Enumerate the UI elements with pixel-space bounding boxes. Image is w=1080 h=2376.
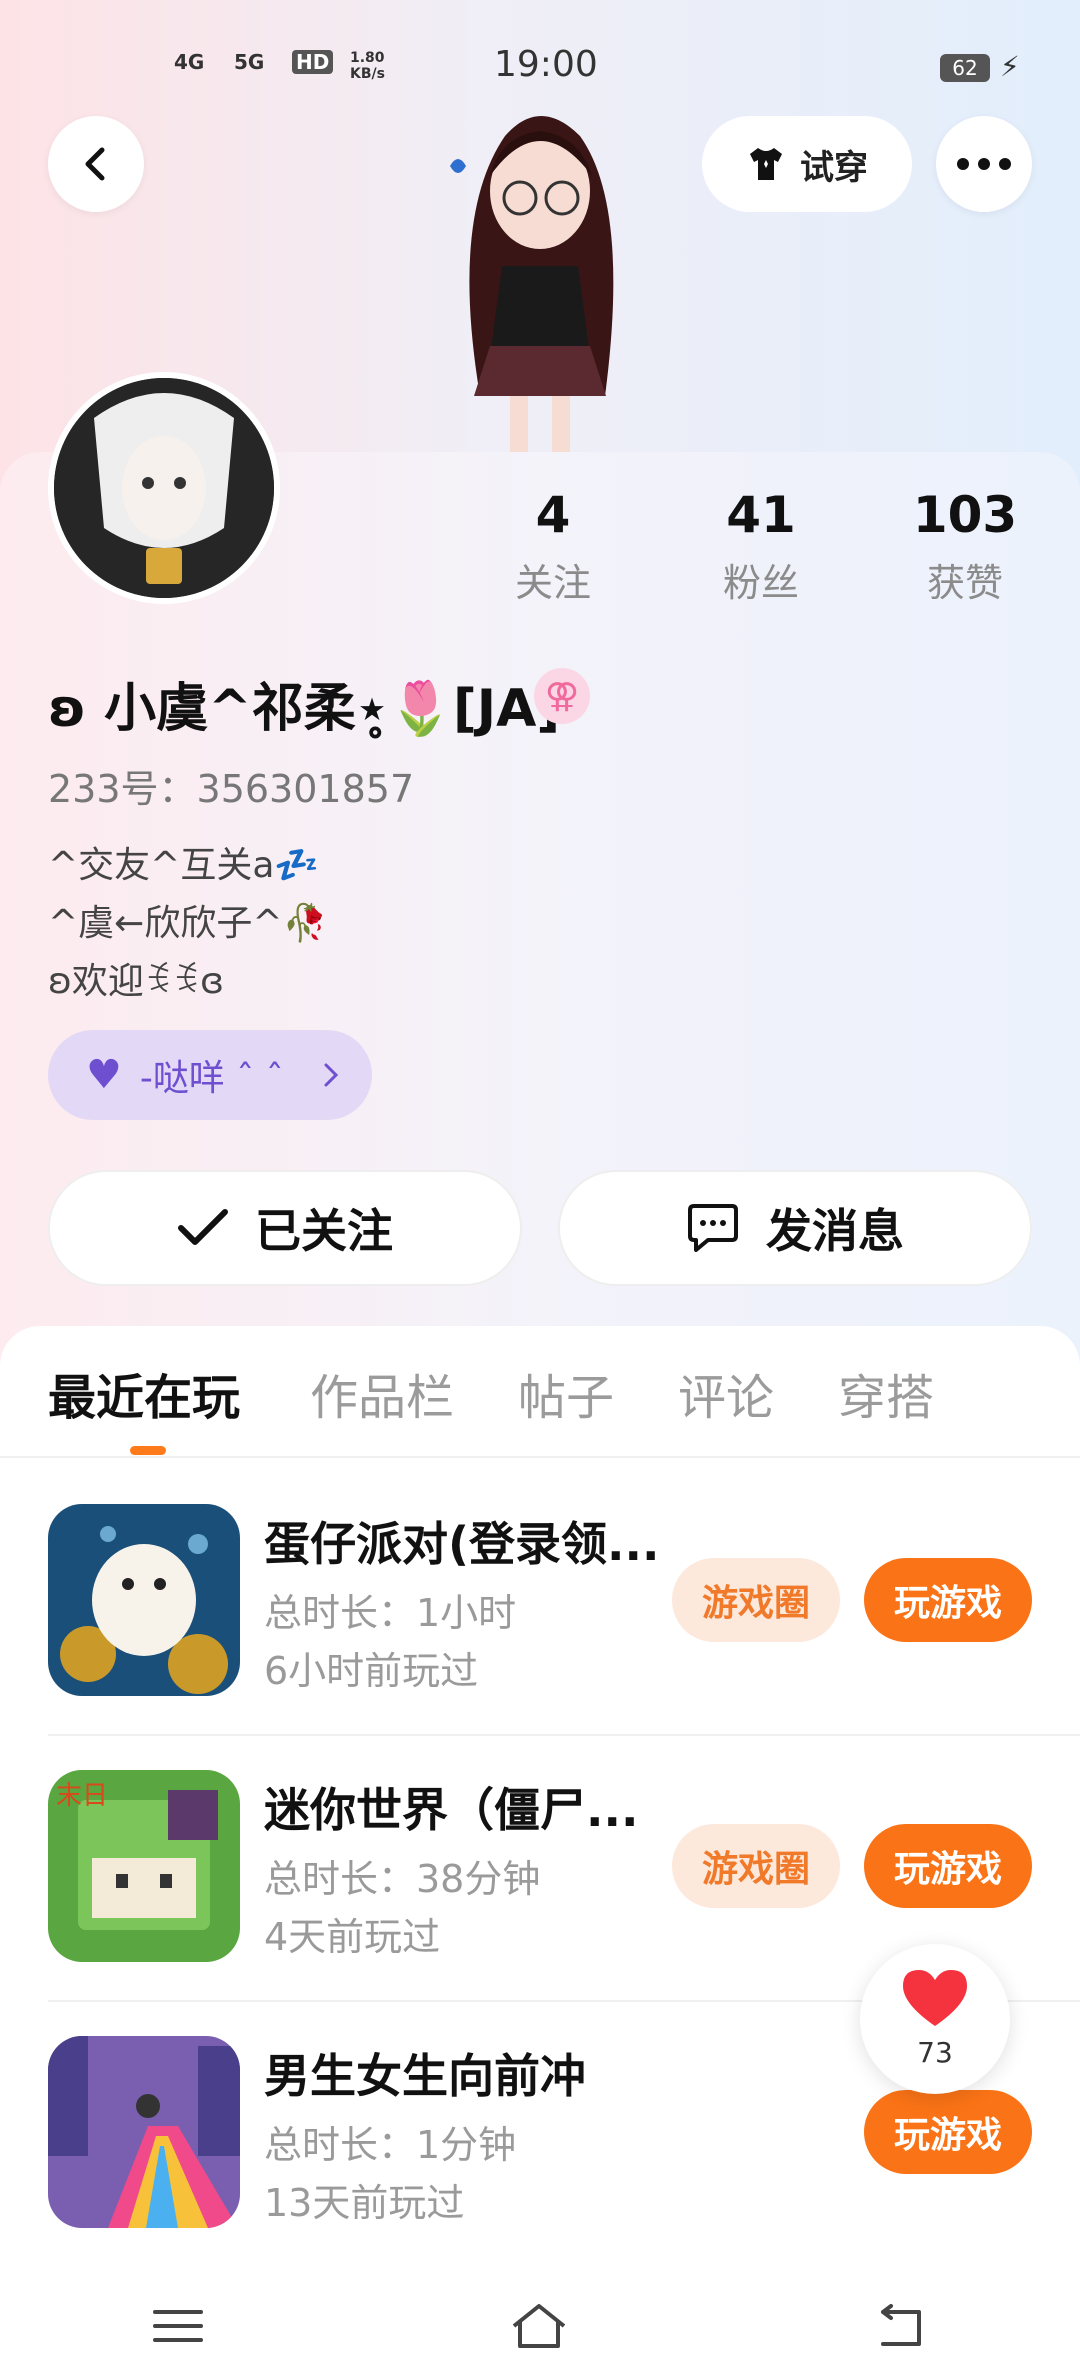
status-bar: 4G 5G HD 1.80 KB/s 19:00 62 ⚡ [0, 44, 1080, 94]
like-count: 73 [917, 2036, 953, 2069]
more-dots-icon [957, 158, 1011, 170]
play-game-button[interactable]: 玩游戏 [864, 1824, 1032, 1908]
game-row[interactable]: 末日 迷你世界（僵尸... 总时长：38分钟 4天前玩过 游戏圈 玩游戏 [48, 1770, 1080, 1966]
game-last-played: 6小时前玩过 [264, 1649, 479, 1693]
game-row[interactable]: 蛋仔派对(登录领... 总时长：1小时 6小时前玩过 游戏圈 玩游戏 [48, 1504, 1080, 1700]
stat-following[interactable]: 4 关注 [478, 486, 628, 607]
chevron-left-icon [85, 147, 105, 181]
tab-works[interactable]: 作品栏 [310, 1358, 454, 1428]
following-label: 关注 [514, 561, 591, 605]
message-label: 发消息 [766, 1204, 904, 1258]
character-illustration [450, 116, 614, 452]
avatar[interactable] [48, 372, 280, 604]
divider [0, 1456, 1080, 1458]
stat-fans[interactable]: 41 粉丝 [686, 486, 836, 607]
message-button[interactable]: 发消息 [558, 1170, 1032, 1286]
charging-icon: ⚡ [1000, 50, 1020, 83]
game-circle-button[interactable]: 游戏圈 [672, 1558, 840, 1642]
tab-comments[interactable]: 评论 [678, 1358, 774, 1428]
check-icon [178, 1209, 228, 1245]
play-game-button[interactable]: 玩游戏 [864, 2090, 1032, 2174]
user-id[interactable]: 233号：356301857 [48, 758, 414, 813]
game-icon [48, 2036, 240, 2228]
tryon-label: 试穿 [800, 147, 868, 188]
heart-icon: ♥ [86, 1052, 122, 1098]
avatar-3d-figure[interactable] [410, 96, 670, 452]
nickname: ʚ 小虞^祁柔⋆̥🌷[JA] [48, 679, 561, 739]
follow-button[interactable]: 已关注 [48, 1170, 522, 1286]
tryon-button[interactable]: 试穿 [702, 116, 912, 212]
game-icon: 末日 [48, 1770, 240, 1962]
network-4g: 4G [174, 50, 205, 74]
gender-icon: ⚢ [534, 668, 590, 724]
game-duration: 总时长：38分钟 [264, 1857, 541, 1901]
network-5g: 5G [234, 50, 265, 74]
tab-outfits[interactable]: 穿搭 [838, 1358, 934, 1428]
bio-line: ^虞←欣欣子^🥀 [48, 903, 328, 944]
avatar-image [54, 378, 274, 598]
chat-bubble-icon [688, 1204, 738, 1252]
game-circle-button[interactable]: 游戏圈 [672, 1824, 840, 1908]
game-title: 男生女生向前冲 [264, 2049, 586, 2103]
svg-text:末日: 末日 [56, 1781, 108, 1811]
tab-posts[interactable]: 帖子 [518, 1358, 614, 1428]
speed-indicator: 1.80 KB/s [350, 50, 385, 82]
heart-icon [903, 1970, 967, 2026]
battery-indicator: 62 [940, 54, 990, 82]
clock: 19:00 [494, 44, 598, 85]
game-last-played: 13天前玩过 [264, 2181, 465, 2225]
game-duration: 总时长：1分钟 [264, 2123, 517, 2167]
likes-label: 获赞 [926, 561, 1003, 605]
likes-count: 103 [912, 486, 1018, 544]
chevron-right-icon [324, 1063, 338, 1087]
tshirt-icon [750, 148, 782, 180]
like-float-button[interactable]: 73 [860, 1944, 1010, 2094]
tag-label: -哒咩 ˆ ˆ [139, 1058, 284, 1099]
back-nav-icon[interactable] [875, 2304, 927, 2348]
menu-icon[interactable] [153, 2306, 204, 2346]
fans-count: 41 [726, 486, 796, 544]
stat-likes[interactable]: 103 获赞 [890, 486, 1040, 607]
game-duration: 总时长：1小时 [264, 1591, 517, 1635]
following-count: 4 [535, 486, 571, 544]
back-button[interactable] [48, 116, 144, 212]
tab-recent-played[interactable]: 最近在玩 [48, 1358, 240, 1428]
follow-label: 已关注 [255, 1204, 393, 1258]
hd-badge: HD [292, 50, 334, 74]
game-icon [48, 1504, 240, 1696]
game-last-played: 4天前玩过 [264, 1915, 441, 1959]
fans-label: 粉丝 [722, 561, 799, 605]
game-title: 迷你世界（僵尸... [264, 1783, 639, 1837]
bio-line: ^交友^互关a💤 [48, 845, 320, 886]
play-game-button[interactable]: 玩游戏 [864, 1558, 1032, 1642]
tab-indicator [130, 1446, 166, 1455]
system-navbar [0, 2276, 1080, 2376]
bio-line: ʚ欢迎ꉂꉂɞ [48, 961, 225, 1002]
game-title: 蛋仔派对(登录领... [264, 1517, 660, 1571]
divider [48, 1734, 1080, 1736]
more-button[interactable] [936, 116, 1032, 212]
profile-tag[interactable]: ♥ -哒咩 ˆ ˆ [48, 1030, 372, 1120]
home-icon[interactable] [510, 2302, 568, 2350]
